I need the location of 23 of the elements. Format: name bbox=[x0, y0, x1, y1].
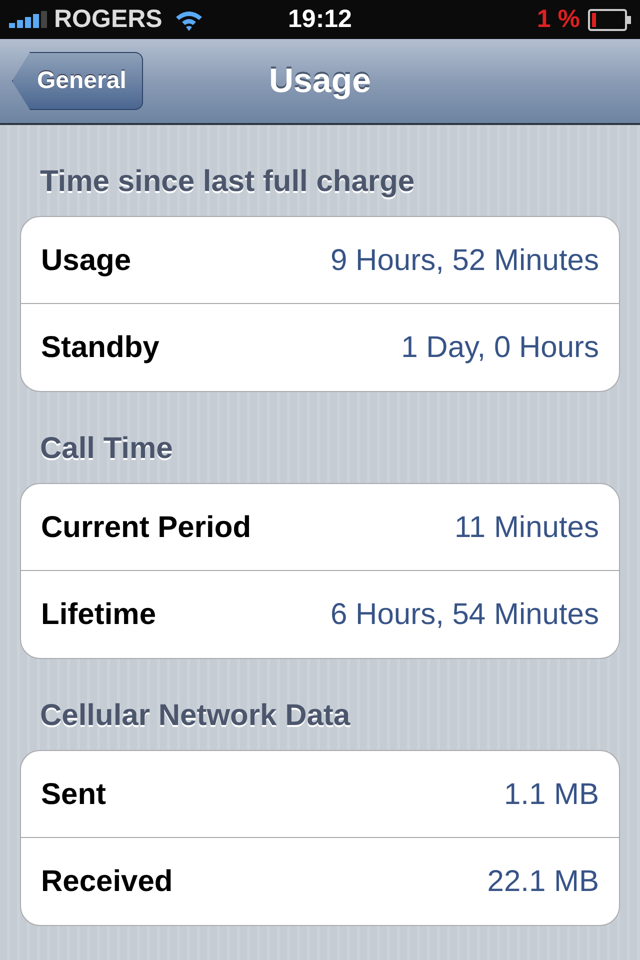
row-value: 22.1 MB bbox=[487, 864, 599, 900]
screen-title: Usage bbox=[268, 60, 372, 102]
section-header: Time since last full charge bbox=[39, 164, 416, 200]
battery-icon bbox=[588, 8, 632, 31]
clock: 19:12 bbox=[288, 4, 352, 35]
row-value: 1.1 MB bbox=[504, 776, 599, 812]
row-label: Current Period bbox=[41, 510, 252, 546]
battery-percent: 1 % bbox=[536, 4, 580, 35]
row-label: Lifetime bbox=[41, 597, 156, 633]
row-label: Standby bbox=[41, 330, 160, 366]
row-label: Usage bbox=[41, 242, 132, 278]
signal-icon bbox=[8, 10, 50, 30]
wifi-icon bbox=[174, 8, 204, 31]
section-header: Call Time bbox=[39, 431, 174, 467]
row-value: 6 Hours, 54 Minutes bbox=[330, 597, 599, 633]
row-label: Received bbox=[41, 864, 173, 900]
row-value: 11 Minutes bbox=[454, 510, 599, 546]
row-label: Sent bbox=[41, 776, 106, 812]
carrier-name: ROGERS bbox=[54, 4, 162, 35]
row-value: 9 Hours, 52 Minutes bbox=[330, 242, 599, 278]
back-button[interactable]: General bbox=[12, 52, 144, 110]
row-value: 1 Day, 0 Hours bbox=[401, 330, 599, 366]
section-header: Cellular Network Data bbox=[39, 698, 352, 734]
